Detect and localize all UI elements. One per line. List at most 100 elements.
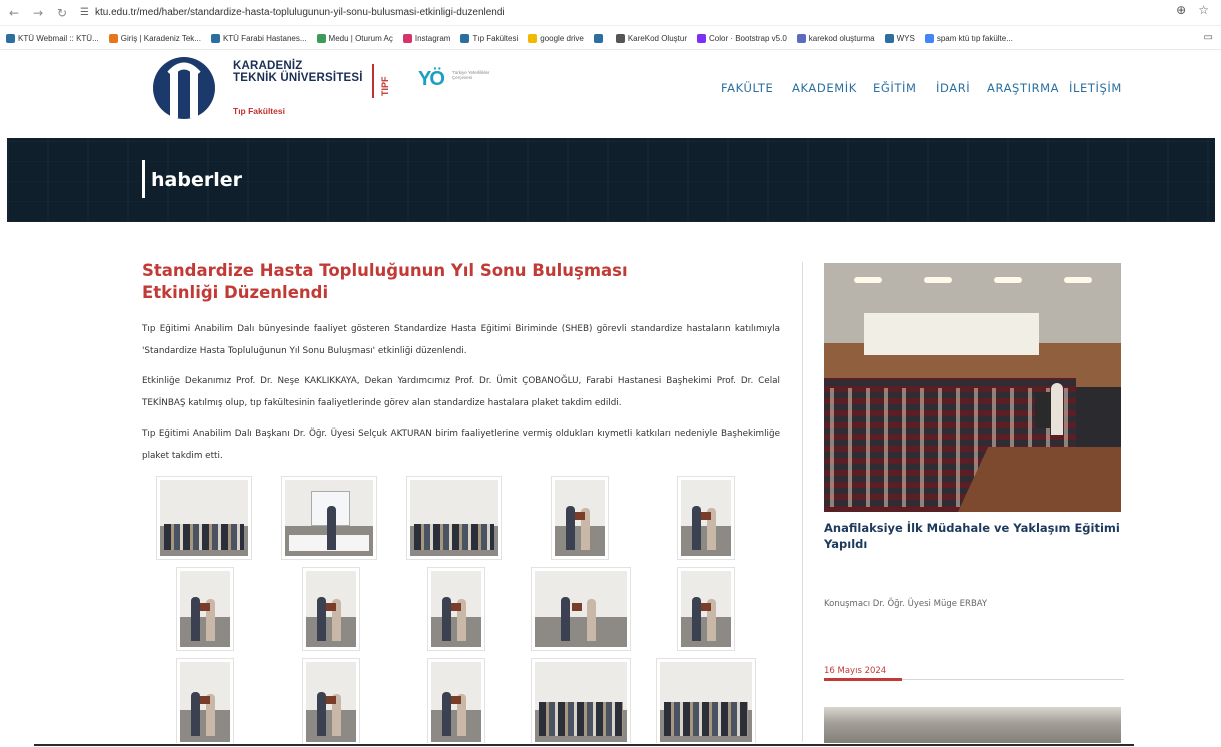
bookmark-item[interactable]: Color · Bootstrap v5.0: [696, 34, 787, 43]
bookmark-item[interactable]: [593, 34, 606, 43]
gallery-photo: [431, 662, 481, 742]
bookmark-item[interactable]: Medu | Oturum Aç: [316, 34, 393, 43]
column-divider: [802, 262, 803, 742]
gallery-photo: [555, 480, 605, 556]
bookmark-item[interactable]: KareKod Oluştur: [615, 34, 687, 43]
article-paragraph-3: Tıp Eğitimi Anabilim Dalı Başkanı Dr. Öğ…: [142, 429, 780, 461]
gallery-thumbnail[interactable]: [302, 658, 360, 746]
site-header: KARADENİZ TEKNİK ÜNİVERSİTESİ Tıp Fakült…: [0, 50, 1221, 138]
bottom-rule: [34, 744, 1134, 746]
gallery-thumbnail[interactable]: [677, 567, 735, 651]
gallery-photo: [431, 571, 481, 647]
gallery-thumbnail[interactable]: [176, 567, 234, 651]
photo-light: [1064, 277, 1092, 283]
bookmark-label: spam ktü tıp fakülte...: [936, 34, 1013, 43]
bookmark-item[interactable]: KTÜ Farabi Hastanes...: [210, 34, 307, 43]
photo-desk: [957, 447, 1121, 512]
site-info-icon[interactable]: ☰: [80, 7, 89, 18]
gallery-photo: [306, 662, 356, 742]
bookmark-label: KTÜ Webmail :: KTÜ...: [18, 34, 99, 43]
bookmark-label: KTÜ Farabi Hastanes...: [222, 34, 307, 43]
university-name-line1: KARADENİZ: [233, 60, 303, 72]
nav-egitim[interactable]: EĞİTİM: [873, 81, 917, 95]
bookmark-label: Instagram: [414, 34, 451, 43]
bookmark-label: google drive: [540, 34, 584, 43]
bookmark-favicon-icon: [884, 34, 894, 43]
forward-arrow-icon[interactable]: →: [28, 3, 48, 23]
bookmark-item[interactable]: spam ktü tıp fakülte...: [924, 34, 1013, 43]
bookmark-favicon-icon: [593, 34, 603, 43]
nav-iletisim[interactable]: İLETİŞİM: [1069, 81, 1122, 95]
bookmark-item[interactable]: KTÜ Webmail :: KTÜ...: [6, 34, 99, 43]
photo-light: [924, 277, 952, 283]
bookmark-favicon-icon: [615, 34, 625, 43]
sidebar-news-photo[interactable]: [824, 263, 1121, 512]
bookmarks-bar: KTÜ Webmail :: KTÜ... Giriş | Karadeniz T…: [0, 28, 1221, 50]
article-paragraph-1: Tıp Eğitimi Anabilim Dalı bünyesinde faa…: [142, 324, 780, 356]
nav-arastirma[interactable]: ARAŞTIRMA: [987, 81, 1059, 95]
gallery-thumbnail[interactable]: [302, 567, 360, 651]
bookmark-label: Giriş | Karadeniz Tek...: [120, 34, 201, 43]
back-arrow-icon[interactable]: ←: [4, 3, 24, 23]
bookmark-favicon-icon: [402, 34, 412, 43]
bookmark-item[interactable]: WYS: [884, 34, 915, 43]
gallery-photo: [180, 571, 230, 647]
browser-address-bar: ← → ↻ ☰ ktu.edu.tr/med/haber/standardize…: [0, 0, 1221, 26]
bookmark-favicon-icon: [924, 34, 934, 43]
gallery-thumbnail[interactable]: [531, 658, 631, 746]
gallery-photo: [535, 571, 627, 647]
bookmark-favicon-icon: [6, 34, 15, 43]
bookmark-item[interactable]: Giriş | Karadeniz Tek...: [108, 34, 201, 43]
bookmark-favicon-icon: [696, 34, 706, 43]
nav-idari[interactable]: İDARİ: [936, 81, 970, 95]
gallery-thumbnail[interactable]: [427, 567, 485, 651]
gallery-thumbnail[interactable]: [406, 476, 502, 560]
bookmark-item[interactable]: karekod oluşturma: [796, 34, 875, 43]
zoom-icon[interactable]: ⊕: [1176, 3, 1186, 17]
bookmark-star-icon[interactable]: ☆: [1198, 3, 1209, 17]
gallery-thumbnail[interactable]: [656, 658, 756, 746]
tyc-logo-text: Türkiye Yeterlilikler Çerçevesi: [452, 70, 490, 80]
url-actions: ⊕ ☆: [1176, 3, 1209, 17]
bookmark-favicon-icon: [528, 34, 538, 43]
bookmark-label: WYS: [896, 34, 915, 43]
banner-accent-bar: [142, 160, 145, 198]
gallery-photo: [681, 480, 731, 556]
faculty-name: Tıp Fakültesi: [233, 106, 285, 116]
photo-speaker: [1051, 382, 1063, 435]
gallery-photo: [180, 662, 230, 742]
bookmarks-folder-icon[interactable]: ▭: [1204, 32, 1213, 43]
date-accent-bar: [824, 678, 902, 681]
gallery-thumbnail[interactable]: [176, 658, 234, 746]
gallery-thumbnail[interactable]: [677, 476, 735, 560]
bookmark-favicon-icon: [796, 34, 806, 43]
gallery-photo: [306, 571, 356, 647]
nav-fakulte[interactable]: FAKÜLTE: [721, 81, 773, 95]
article-title: Standardize Hasta Topluluğunun Yıl Sonu …: [142, 261, 628, 302]
bookmark-favicon-icon: [210, 34, 220, 43]
sidebar-news-title[interactable]: Anafilaksiye İlk Müdahale ve Yaklaşım Eğ…: [824, 520, 1124, 552]
gallery-photo: [160, 480, 248, 556]
gallery-photo: [660, 662, 752, 742]
nav-akademik[interactable]: AKADEMİK: [792, 81, 857, 95]
bookmark-label: Color · Bootstrap v5.0: [708, 34, 787, 43]
photo-light: [994, 277, 1022, 283]
bookmark-label: KareKod Oluştur: [627, 34, 687, 43]
gallery-thumbnail[interactable]: [281, 476, 377, 560]
photo-light: [854, 277, 882, 283]
bookmark-label: Medu | Oturum Aç: [328, 34, 393, 43]
gallery-photo: [535, 662, 627, 742]
gallery-thumbnail[interactable]: [531, 567, 631, 651]
sidebar-news-photo-2[interactable]: [824, 707, 1121, 747]
bookmark-item[interactable]: google drive: [528, 34, 584, 43]
gallery-thumbnail[interactable]: [427, 658, 485, 746]
gallery-thumbnail[interactable]: [156, 476, 252, 560]
gallery-thumbnail[interactable]: [551, 476, 609, 560]
reload-icon[interactable]: ↻: [52, 3, 72, 23]
url-input[interactable]: ktu.edu.tr/med/haber/standardize-hasta-t…: [95, 7, 505, 18]
bookmark-favicon-icon: [460, 34, 470, 43]
gallery-photo: [410, 480, 498, 556]
bookmark-item[interactable]: Tıp Fakültesi: [460, 34, 518, 43]
bookmark-item[interactable]: Instagram: [402, 34, 451, 43]
main-nav: FAKÜLTE AKADEMİK EĞİTİM İDARİ ARAŞTIRMA …: [0, 81, 1221, 101]
